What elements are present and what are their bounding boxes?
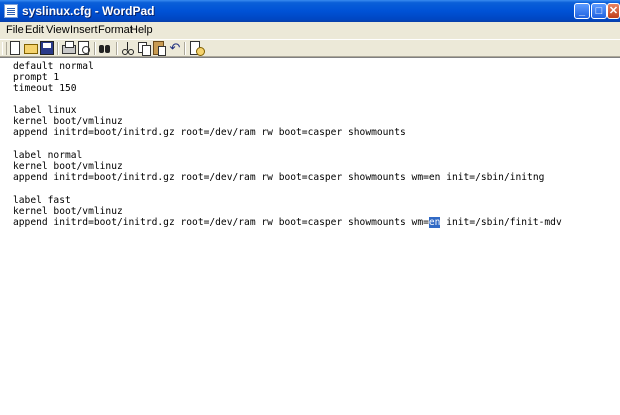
doc-line-text[interactable]: append initrd=boot/initrd.gz root=/dev/r… [13,217,429,228]
selected-text[interactable]: en [428,217,441,228]
toolbar: ↶ [0,39,620,57]
open-folder-icon[interactable] [24,44,38,54]
new-document-icon[interactable] [10,41,20,55]
close-button[interactable]: ✕ [607,3,620,19]
toolbar-separator [94,42,96,55]
menu-view[interactable]: View [46,24,70,36]
save-disk-icon[interactable] [40,41,54,55]
doc-line[interactable]: append initrd=boot/initrd.gz root=/dev/r… [13,172,544,184]
toolbar-separator [184,42,186,55]
date-time-icon[interactable] [190,41,205,56]
document-area[interactable]: default normal prompt 1 timeout 150 labe… [0,57,620,415]
menu-insert[interactable]: Insert [70,24,98,36]
menu-help[interactable]: Help [130,24,153,36]
doc-line[interactable]: append initrd=boot/initrd.gz root=/dev/r… [13,127,406,139]
find-binoculars-icon[interactable] [98,41,112,55]
cut-scissors-icon[interactable] [121,41,135,55]
menu-file[interactable]: File [6,24,24,36]
toolbar-separator [116,42,118,55]
menu-edit[interactable]: Edit [25,24,44,36]
toolbar-separator [57,42,59,55]
wordpad-document-icon[interactable] [4,4,18,18]
doc-line-last[interactable]: append initrd=boot/initrd.gz root=/dev/r… [13,217,562,229]
paste-icon[interactable] [153,41,166,56]
print-preview-icon[interactable] [78,41,90,55]
minimize-button[interactable]: _ [574,3,590,19]
doc-line[interactable]: timeout 150 [13,83,77,95]
menu-format[interactable]: Format [98,24,133,36]
copy-icon[interactable] [137,41,151,56]
menu-bar: File Edit View Insert Format Help [0,22,620,39]
window-title: syslinux.cfg - WordPad [22,4,155,18]
undo-icon[interactable]: ↶ [168,41,182,55]
toolbar-grip[interactable] [2,42,7,55]
print-icon[interactable] [62,41,76,54]
doc-line-text[interactable]: init=/sbin/finit-mdv [440,217,562,228]
maximize-button[interactable]: □ [591,3,607,19]
title-bar[interactable]: syslinux.cfg - WordPad _ □ ✕ [0,0,620,22]
